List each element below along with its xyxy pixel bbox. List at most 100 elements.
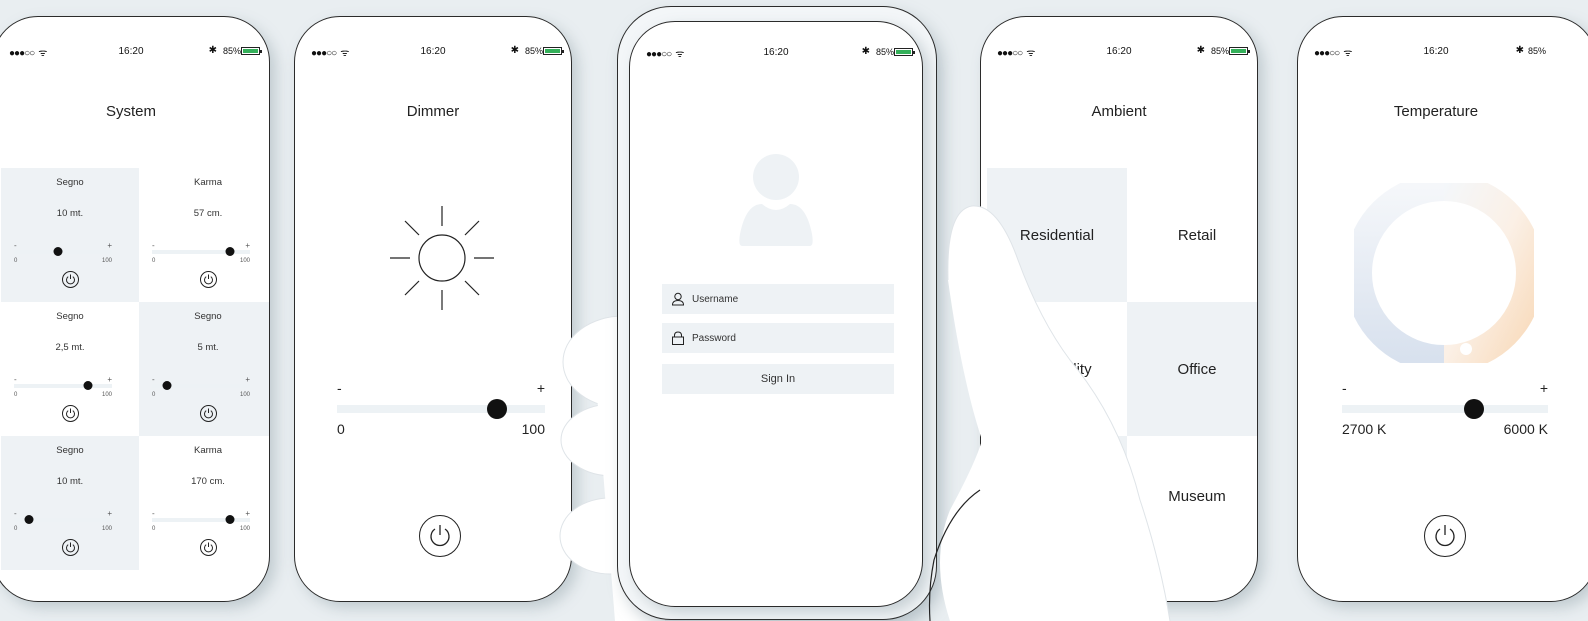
power-button[interactable] [200, 405, 217, 422]
power-icon [204, 542, 213, 553]
power-icon [204, 274, 213, 285]
slider-min-label: 0 [14, 392, 18, 398]
device-name: Segno [56, 311, 84, 322]
bluetooth-icon: ✱ [1196, 45, 1205, 56]
device-slider[interactable]: - +0 100 [14, 241, 112, 264]
sign-in-button[interactable]: Sign In [662, 364, 894, 394]
bluetooth-icon: ✱ [861, 46, 870, 57]
slider-plus-label: + [107, 241, 112, 250]
slider-minus-label: - [152, 375, 155, 384]
power-button[interactable] [62, 271, 79, 288]
slider-knob[interactable] [24, 515, 34, 524]
power-button[interactable] [200, 539, 217, 556]
power-button[interactable] [419, 515, 461, 557]
battery-percent: 85% [524, 46, 543, 56]
device-distance: 2,5 mt. [55, 342, 85, 353]
device-distance: 10 mt. [56, 476, 84, 487]
status-bar: ●●●○○ ᯤ 16:20 ✱ 85% [981, 45, 1257, 59]
battery-percent: 85% [222, 46, 241, 56]
device-slider[interactable]: - +0 100 [152, 375, 250, 398]
battery-percent: 85% [1210, 46, 1229, 56]
page-title: Temperature [1393, 103, 1479, 120]
power-icon [1435, 525, 1455, 547]
device-card[interactable]: Karma 57 cm. - +0 100 [139, 168, 269, 302]
device-name: Segno [194, 311, 222, 322]
password-placeholder: Password [692, 332, 736, 344]
slider-min-label: 0 [337, 421, 345, 437]
device-slider[interactable]: - +0 100 [14, 509, 112, 532]
power-button[interactable] [1424, 515, 1466, 557]
device-distance: 10 mt. [56, 208, 84, 219]
slider-knob[interactable] [162, 381, 172, 390]
slider-min-label: 0 [14, 526, 18, 532]
slider-knob[interactable] [1463, 399, 1484, 419]
device-name: Segno [56, 445, 84, 456]
slider-plus-label: + [245, 509, 250, 518]
slider-max-label: 6000 K [1503, 421, 1548, 437]
slider-knob[interactable] [225, 247, 235, 256]
bluetooth-icon: ✱ [208, 45, 217, 56]
status-bar: ●●●○○ ᯤ 16:20 ✱ 85% [295, 45, 571, 59]
slider-minus-label: - [152, 509, 155, 518]
slider-min-label: 0 [152, 392, 156, 398]
device-card[interactable]: Segno 10 mt. - +0 100 [1, 436, 139, 570]
device-name: Karma [194, 445, 222, 456]
device-card[interactable]: Segno 10 mt. - +0 100 [1, 168, 139, 302]
temperature-slider[interactable]: - + 2700 K 6000 K [1342, 380, 1548, 437]
slider-min-label: 0 [152, 258, 156, 264]
password-field[interactable]: Password [662, 323, 894, 353]
color-temperature-wheel[interactable] [1354, 183, 1534, 363]
slider-knob[interactable] [487, 399, 508, 419]
slider-max-label: 100 [101, 392, 112, 398]
slider-max-label: 100 [239, 526, 250, 532]
power-button[interactable] [62, 405, 79, 422]
device-slider[interactable]: - +0 100 [152, 241, 250, 264]
dimmer-slider[interactable]: - + 0 100 [337, 380, 545, 437]
slider-knob[interactable] [83, 381, 92, 390]
device-card[interactable]: Segno 5 mt. - +0 100 [139, 302, 269, 436]
device-card[interactable]: Karma 170 cm. - +0 100 [139, 436, 269, 570]
slider-knob[interactable] [225, 515, 235, 524]
power-button[interactable] [200, 271, 217, 288]
slider-knob[interactable] [53, 247, 63, 256]
hand-illustration-right [928, 205, 1171, 621]
user-icon [671, 292, 685, 306]
power-icon [430, 525, 450, 547]
device-slider[interactable]: - +0 100 [152, 509, 250, 532]
avatar-icon [739, 154, 813, 246]
power-icon [66, 542, 75, 553]
slider-min-label: 0 [14, 258, 18, 264]
slider-plus-label: + [245, 375, 250, 384]
battery-percent: 85% [875, 47, 894, 57]
device-slider[interactable]: - +0 100 [14, 375, 112, 398]
device-distance: 170 cm. [191, 476, 225, 487]
slider-minus-label: - [337, 380, 342, 396]
battery-icon [894, 48, 915, 56]
status-bar: ●●●○○ ᯤ 16:20 ✱ 85% [1298, 45, 1588, 59]
phone-dimmer: ●●●○○ ᯤ 16:20 ✱ 85% Dimmer - + 0 100 [294, 16, 572, 602]
slider-plus-label: + [107, 509, 112, 518]
power-button[interactable] [62, 539, 79, 556]
device-distance: 57 cm. [193, 208, 223, 219]
username-field[interactable]: Username [662, 284, 894, 314]
slider-max-label: 100 [521, 421, 545, 437]
device-card[interactable]: Segno 2,5 mt. - +0 100 [1, 302, 139, 436]
status-bar: ●●●○○ ᯤ 16:20 ✱ 85% [630, 46, 922, 60]
page-title: System [105, 103, 156, 120]
device-distance: 5 mt. [197, 342, 219, 353]
power-icon [66, 408, 75, 419]
slider-plus-label: + [1539, 380, 1548, 396]
slider-min-label: 2700 K [1342, 421, 1387, 437]
slider-minus-label: - [14, 375, 17, 384]
page-title: Dimmer [406, 103, 460, 120]
power-icon [204, 408, 213, 419]
status-bar: ●●●○○ ᯤ 16:20 ✱ 85% [0, 45, 269, 59]
slider-max-label: 100 [239, 392, 250, 398]
slider-plus-label: + [107, 375, 112, 384]
slider-minus-label: - [152, 241, 155, 250]
power-icon [66, 274, 75, 285]
username-placeholder: Username [692, 293, 739, 305]
phone-temperature: ●●●○○ ᯤ 16:20 ✱ 85% Temperature - + 2700 … [1297, 16, 1588, 602]
bluetooth-icon: ✱ [510, 45, 519, 56]
slider-minus-label: - [14, 241, 17, 250]
